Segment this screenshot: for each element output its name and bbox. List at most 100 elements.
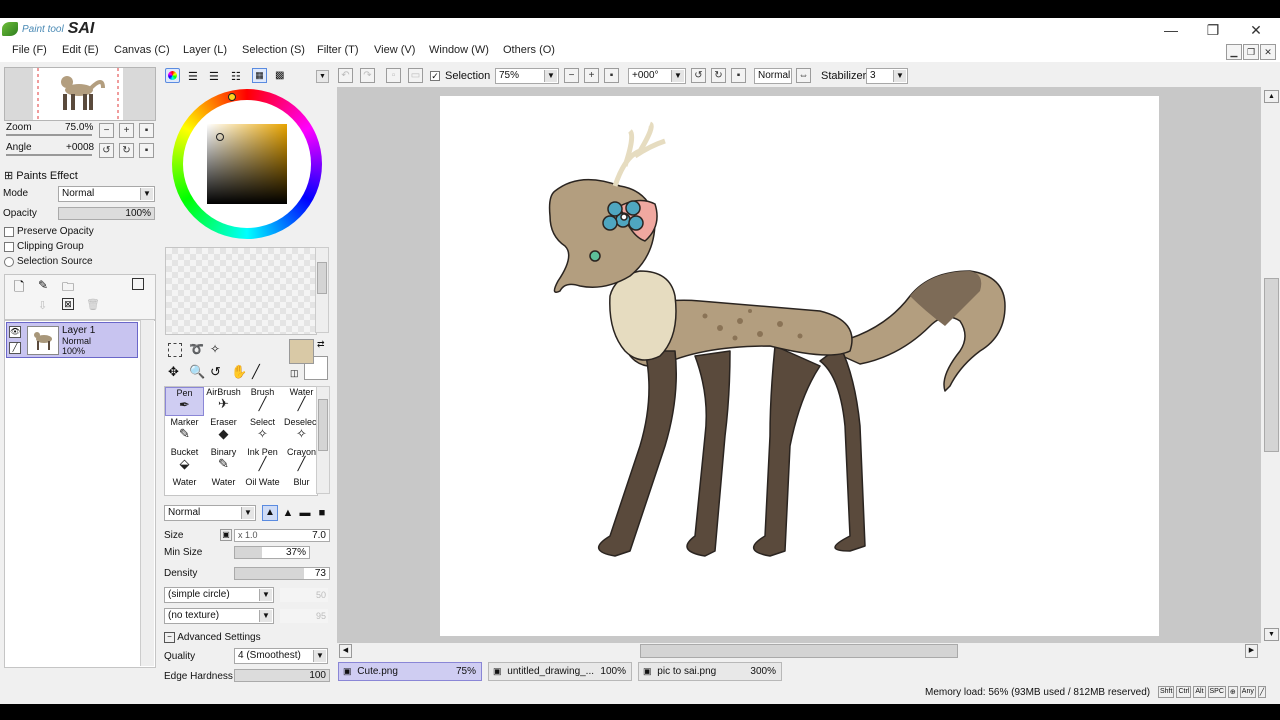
tool-binary[interactable]: Binary ✎ xyxy=(204,447,243,476)
horizontal-scroll-thumb[interactable] xyxy=(640,644,958,658)
color-wheel-tab[interactable] xyxy=(165,68,180,83)
invert-selection-button[interactable]: ▭ xyxy=(408,68,423,83)
size-multiplier-icon[interactable]: ▣ xyxy=(220,529,232,541)
rect-select-icon[interactable] xyxy=(168,343,182,357)
scratchpad-area[interactable] xyxy=(165,247,317,335)
tool-brush[interactable]: Brush ╱ xyxy=(243,387,282,416)
flip-view-button[interactable]: ⇔ xyxy=(796,68,811,83)
lasso-icon[interactable]: ➰ xyxy=(189,342,204,356)
deselect-button[interactable]: ▫ xyxy=(386,68,401,83)
menu-edit[interactable]: Edit (E) xyxy=(62,44,99,56)
scratchpad-scrollbar[interactable] xyxy=(315,247,329,333)
selection-checkbox[interactable]: ✓ xyxy=(430,71,440,81)
angle-slider[interactable] xyxy=(6,154,92,156)
toolbar-rotate-reset[interactable]: ▪ xyxy=(731,68,746,83)
swap-colors-icon[interactable]: ⇄ xyxy=(317,339,325,350)
zoom-select[interactable]: 75% ▼ xyxy=(495,68,559,84)
tool-bucket[interactable]: Bucket ⬙ xyxy=(165,447,204,476)
min-size-slider[interactable]: 37% xyxy=(234,546,310,559)
tool-marker[interactable]: Marker ✎ xyxy=(165,417,204,446)
menu-filter[interactable]: Filter (T) xyxy=(317,44,359,56)
restore-button[interactable]: ❐ xyxy=(1195,20,1231,40)
redo-button[interactable]: ↷ xyxy=(360,68,375,83)
mdi-close-button[interactable]: ✕ xyxy=(1260,44,1276,60)
zoom-in-button[interactable]: + xyxy=(119,123,134,138)
tab-cute[interactable]: ▣ Cute.png 75% xyxy=(338,662,482,681)
selection-source-radio[interactable] xyxy=(4,257,14,267)
rotate-reset-button[interactable]: ▪ xyxy=(139,143,154,158)
toolbar-rotate-right[interactable]: ↻ xyxy=(711,68,726,83)
scroll-up-icon[interactable]: ▲ xyxy=(1264,90,1279,103)
canvas-paper[interactable] xyxy=(440,96,1159,636)
new-folder-icon[interactable]: 🗀 xyxy=(62,278,74,299)
zoom-reset-button[interactable]: ▪ xyxy=(139,123,154,138)
opacity-slider[interactable]: 100% xyxy=(58,207,155,220)
rotate-tool-icon[interactable]: ↺ xyxy=(210,364,221,380)
toolbar-zoom-in[interactable]: + xyxy=(584,68,599,83)
brush-shape-flat[interactable]: ■ xyxy=(314,505,330,521)
toolbar-rotate-left[interactable]: ↺ xyxy=(691,68,706,83)
minimize-button[interactable]: — xyxy=(1153,20,1189,40)
view-mode-select[interactable]: Normal xyxy=(754,68,792,84)
primary-color-top[interactable] xyxy=(289,339,314,364)
layer-scrollbar[interactable] xyxy=(140,320,154,666)
brush-shape-round[interactable]: ▬ xyxy=(297,505,313,521)
new-linework-layer-icon[interactable]: ✎ xyxy=(38,278,48,292)
eye-icon[interactable]: 👁 xyxy=(9,326,21,338)
angle-select[interactable]: +000° ▼ xyxy=(628,68,686,84)
menu-file[interactable]: File (F) xyxy=(12,44,47,56)
swatches-tab[interactable]: ☷ xyxy=(231,70,241,83)
menu-view[interactable]: View (V) xyxy=(374,44,415,56)
layer-row[interactable]: 👁 ╱ Layer 1 Normal 100% xyxy=(6,322,138,358)
tool-select[interactable]: Select ✧ xyxy=(243,417,282,446)
hsv-slider-tab[interactable]: ☰ xyxy=(209,70,219,83)
canvas-vertical-scrollbar[interactable]: ▲ ▼ xyxy=(1262,88,1280,643)
scroll-down-icon[interactable]: ▼ xyxy=(1264,628,1279,641)
panel-chevron-icon[interactable]: ▼ xyxy=(316,70,329,83)
zoom-tool-icon[interactable]: 🔍 xyxy=(189,364,205,380)
close-button[interactable]: ✕ xyxy=(1238,20,1274,40)
hue-cursor[interactable] xyxy=(228,93,236,101)
mdi-restore-button[interactable]: ❐ xyxy=(1243,44,1259,60)
scratchpad-tab[interactable]: ▦ xyxy=(252,68,267,83)
tool-oil-wate[interactable]: Oil Wate xyxy=(243,477,282,493)
tab-pic-to-sai[interactable]: ▣ pic to sai.png 300% xyxy=(638,662,782,681)
toolbar-zoom-out[interactable]: − xyxy=(564,68,579,83)
preserve-opacity-checkbox[interactable] xyxy=(4,227,14,237)
paints-effect-toggle[interactable]: ⊞ Paints Effect xyxy=(4,169,78,182)
density-slider[interactable]: 73 xyxy=(234,567,330,580)
tool-eraser[interactable]: Eraser ◆ xyxy=(204,417,243,446)
canvas-horizontal-scrollbar[interactable]: ◀ ▶ xyxy=(337,643,1261,659)
scroll-left-icon[interactable]: ◀ xyxy=(339,644,352,658)
navigator-preview[interactable] xyxy=(4,67,156,121)
tool-water[interactable]: Water xyxy=(204,477,243,493)
rotate-left-button[interactable]: ↺ xyxy=(99,143,114,158)
undo-button[interactable]: ↶ xyxy=(338,68,353,83)
brush-texture-select[interactable]: (no texture) ▼ xyxy=(164,608,274,624)
menu-canvas[interactable]: Canvas (C) xyxy=(114,44,170,56)
tool-ink-pen[interactable]: Ink Pen ╱ xyxy=(243,447,282,476)
eyedropper-icon[interactable]: ╱ xyxy=(252,364,260,380)
vertical-scroll-thumb[interactable] xyxy=(1264,278,1279,452)
tool-scrollbar[interactable] xyxy=(316,386,330,494)
new-layer-icon[interactable]: 🗋 xyxy=(14,278,24,300)
merge-icon[interactable]: ⊠ xyxy=(62,298,74,310)
menu-layer[interactable]: Layer (L) xyxy=(183,44,227,56)
size-slider[interactable]: x 1.0 7.0 xyxy=(234,529,330,542)
tool-water[interactable]: Water xyxy=(165,477,204,493)
menu-selection[interactable]: Selection (S) xyxy=(242,44,305,56)
brush-shape-select[interactable]: (simple circle) ▼ xyxy=(164,587,274,603)
stabilizer-select[interactable]: 3 ▼ xyxy=(866,68,908,84)
brush-blend-select[interactable]: Normal ▼ xyxy=(164,505,256,521)
quality-select[interactable]: 4 (Smoothest) ▼ xyxy=(234,648,328,664)
rotate-right-button[interactable]: ↻ xyxy=(119,143,134,158)
brush-shape-sharp[interactable]: ▲ xyxy=(262,505,278,521)
tool-pen[interactable]: Pen ✒ xyxy=(165,387,204,416)
layer-mode-select[interactable]: Normal ▼ xyxy=(58,186,155,202)
edge-hardness-slider[interactable]: 100 xyxy=(234,669,330,682)
magic-wand-icon[interactable]: ✧ xyxy=(210,342,220,356)
user-color-tab[interactable]: ▩ xyxy=(275,70,284,81)
zoom-out-button[interactable]: − xyxy=(99,123,114,138)
menu-window[interactable]: Window (W) xyxy=(429,44,489,56)
mdi-minimize-button[interactable]: ▁ xyxy=(1226,44,1242,60)
